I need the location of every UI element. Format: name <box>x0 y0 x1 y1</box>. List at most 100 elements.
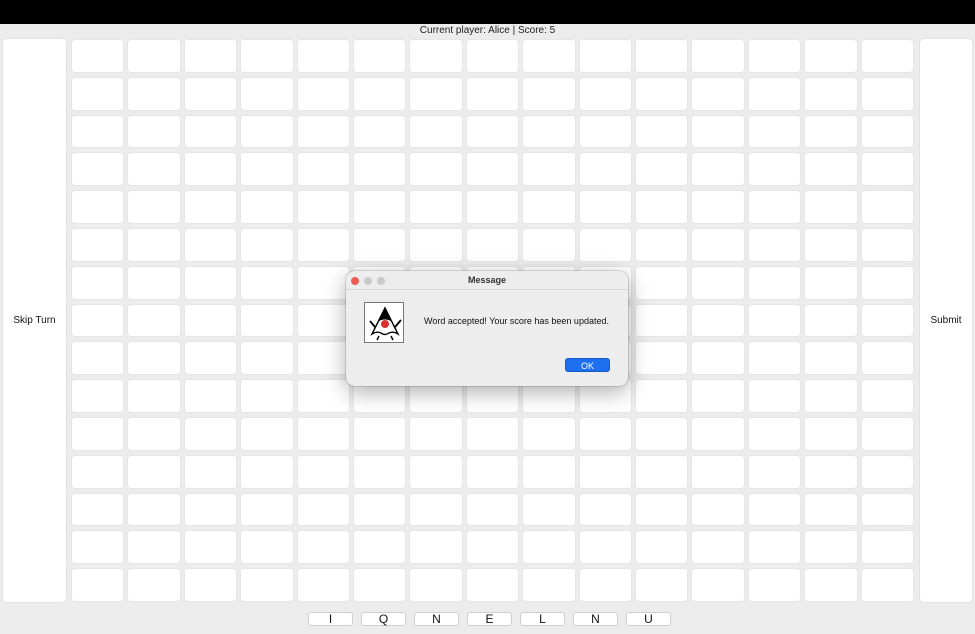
board-cell[interactable] <box>804 303 858 338</box>
board-cell[interactable] <box>183 303 238 338</box>
board-cell[interactable] <box>71 114 125 149</box>
board-cell[interactable] <box>240 76 294 111</box>
board-cell[interactable] <box>240 454 294 489</box>
board-cell[interactable] <box>522 454 576 489</box>
board-cell[interactable] <box>747 416 802 451</box>
board-cell[interactable] <box>691 265 745 300</box>
board-cell[interactable] <box>296 265 350 300</box>
board-cell[interactable] <box>71 416 125 451</box>
board-cell[interactable] <box>804 416 858 451</box>
board-cell[interactable] <box>296 416 350 451</box>
board-cell[interactable] <box>465 530 520 565</box>
board-cell[interactable] <box>127 379 181 413</box>
board-cell[interactable] <box>296 303 350 338</box>
board-cell[interactable] <box>747 454 802 489</box>
board-cell[interactable] <box>691 303 745 338</box>
board-cell[interactable] <box>860 303 914 338</box>
board-cell[interactable] <box>804 227 858 262</box>
board-cell[interactable] <box>578 416 632 451</box>
letter-tile[interactable]: N <box>414 612 459 626</box>
board-cell[interactable] <box>578 227 632 262</box>
board-cell[interactable] <box>465 416 520 451</box>
board-cell[interactable] <box>409 530 463 565</box>
board-cell[interactable] <box>296 454 350 489</box>
board-cell[interactable] <box>465 114 520 149</box>
board-cell[interactable] <box>71 39 125 73</box>
board-cell[interactable] <box>240 227 294 262</box>
board-cell[interactable] <box>635 341 689 376</box>
board-cell[interactable] <box>240 492 294 527</box>
board-cell[interactable] <box>71 379 125 413</box>
board-cell[interactable] <box>183 568 238 602</box>
board-cell[interactable] <box>578 114 632 149</box>
board-cell[interactable] <box>71 190 125 224</box>
board-cell[interactable] <box>860 530 914 565</box>
board-cell[interactable] <box>804 76 858 111</box>
board-cell[interactable] <box>127 76 181 111</box>
board-cell[interactable] <box>409 416 463 451</box>
board-cell[interactable] <box>747 114 802 149</box>
board-cell[interactable] <box>71 76 125 111</box>
board-cell[interactable] <box>353 492 407 527</box>
letter-tile[interactable]: N <box>573 612 618 626</box>
board-cell[interactable] <box>465 454 520 489</box>
board-cell[interactable] <box>635 454 689 489</box>
board-cell[interactable] <box>691 454 745 489</box>
board-cell[interactable] <box>353 39 407 73</box>
board-cell[interactable] <box>183 39 238 73</box>
board-cell[interactable] <box>747 39 802 73</box>
board-cell[interactable] <box>240 530 294 565</box>
board-cell[interactable] <box>183 265 238 300</box>
board-cell[interactable] <box>183 114 238 149</box>
board-cell[interactable] <box>804 114 858 149</box>
board-cell[interactable] <box>635 227 689 262</box>
board-cell[interactable] <box>127 39 181 73</box>
board-cell[interactable] <box>635 568 689 602</box>
board-cell[interactable] <box>860 379 914 413</box>
board-cell[interactable] <box>860 492 914 527</box>
board-cell[interactable] <box>127 416 181 451</box>
board-cell[interactable] <box>635 492 689 527</box>
board-cell[interactable] <box>860 265 914 300</box>
board-cell[interactable] <box>409 114 463 149</box>
board-cell[interactable] <box>691 76 745 111</box>
board-cell[interactable] <box>691 190 745 224</box>
board-cell[interactable] <box>804 341 858 376</box>
board-cell[interactable] <box>578 76 632 111</box>
board-cell[interactable] <box>691 227 745 262</box>
board-cell[interactable] <box>127 303 181 338</box>
board-cell[interactable] <box>296 190 350 224</box>
board-cell[interactable] <box>747 265 802 300</box>
board-cell[interactable] <box>71 530 125 565</box>
board-cell[interactable] <box>409 568 463 602</box>
board-cell[interactable] <box>183 76 238 111</box>
board-cell[interactable] <box>860 416 914 451</box>
board-cell[interactable] <box>183 492 238 527</box>
board-cell[interactable] <box>353 227 407 262</box>
board-cell[interactable] <box>522 152 576 187</box>
board-cell[interactable] <box>127 492 181 527</box>
board-cell[interactable] <box>71 341 125 376</box>
board-cell[interactable] <box>522 568 576 602</box>
ok-button[interactable]: OK <box>565 358 610 372</box>
board-cell[interactable] <box>409 190 463 224</box>
board-cell[interactable] <box>409 492 463 527</box>
board-cell[interactable] <box>183 416 238 451</box>
board-cell[interactable] <box>635 265 689 300</box>
board-cell[interactable] <box>465 152 520 187</box>
board-cell[interactable] <box>465 492 520 527</box>
board-cell[interactable] <box>183 454 238 489</box>
letter-tile[interactable]: E <box>467 612 512 626</box>
board-cell[interactable] <box>691 530 745 565</box>
board-cell[interactable] <box>747 303 802 338</box>
board-cell[interactable] <box>578 152 632 187</box>
board-cell[interactable] <box>522 190 576 224</box>
board-cell[interactable] <box>522 492 576 527</box>
board-cell[interactable] <box>804 492 858 527</box>
board-cell[interactable] <box>183 530 238 565</box>
board-cell[interactable] <box>240 379 294 413</box>
board-cell[interactable] <box>804 379 858 413</box>
board-cell[interactable] <box>353 76 407 111</box>
board-cell[interactable] <box>635 190 689 224</box>
board-cell[interactable] <box>240 568 294 602</box>
